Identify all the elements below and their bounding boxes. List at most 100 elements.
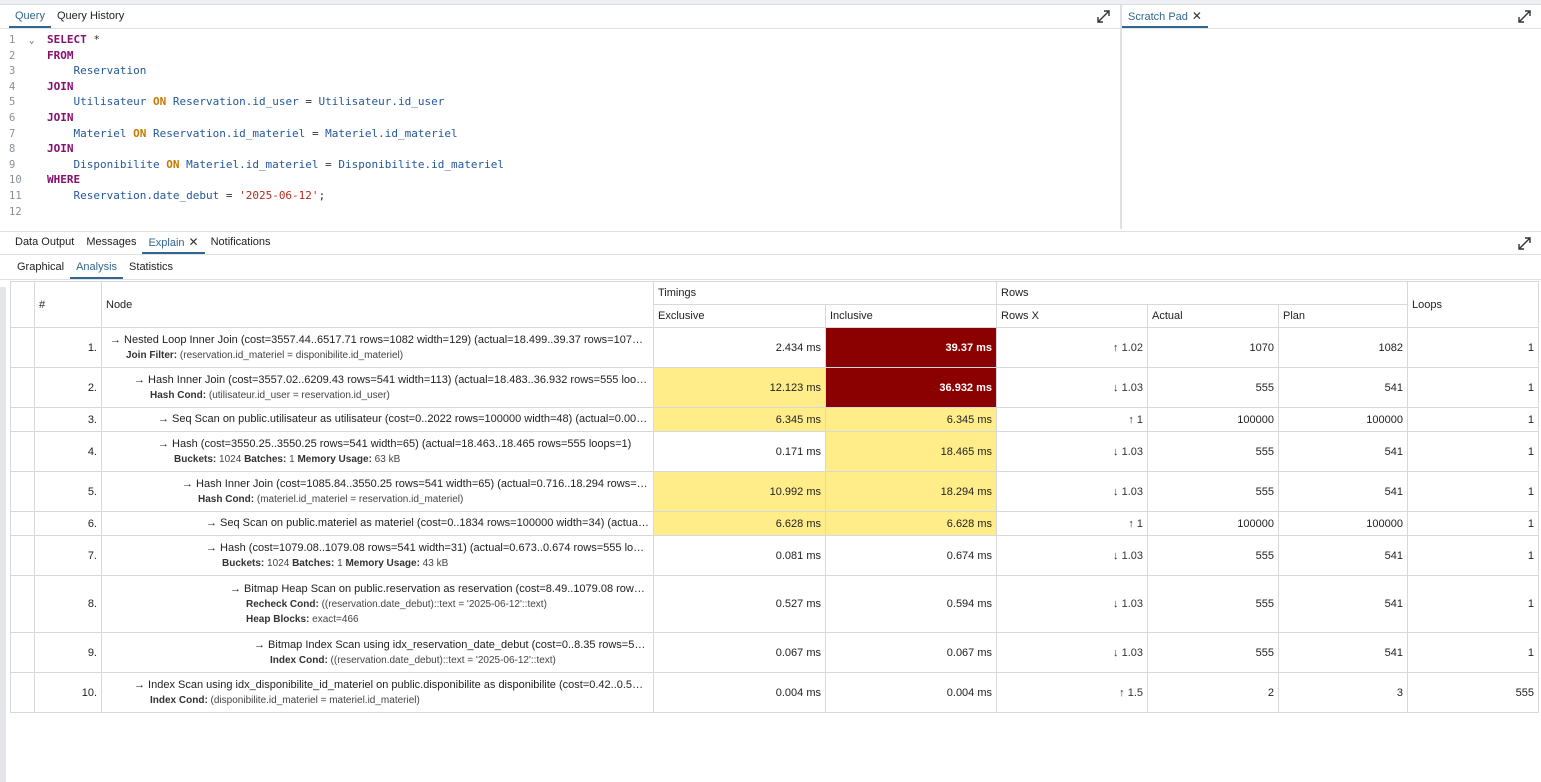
code-token: * bbox=[86, 33, 100, 46]
node-cell[interactable]: → Bitmap Index Scan using idx_reservatio… bbox=[101, 632, 654, 673]
loops: 1 bbox=[1407, 632, 1540, 673]
row-number: 6. bbox=[34, 511, 102, 536]
tab-explain[interactable]: Explain ✕ bbox=[142, 231, 205, 254]
explain-analysis-table-wrap: # Node Timings Rows Loops Exclusive Incl… bbox=[10, 281, 1540, 719]
table-row[interactable]: 6. → Seq Scan on public.materiel as mater… bbox=[10, 511, 1540, 536]
table-row[interactable]: 5. → Hash Inner Join (cost=1085.84..3550.… bbox=[10, 471, 1540, 512]
code-token: SELECT bbox=[47, 33, 87, 46]
code-token: Utilisateur.id_user bbox=[311, 95, 445, 109]
row-number: 2. bbox=[34, 367, 102, 408]
tab-query[interactable]: Query bbox=[9, 5, 51, 28]
maximize-icon[interactable] bbox=[1518, 237, 1531, 250]
inclusive-time: 0.004 ms bbox=[824, 672, 998, 713]
code-token: Reservation.id_user bbox=[166, 95, 306, 109]
rows-actual: 555 bbox=[1147, 471, 1280, 512]
table-row[interactable]: 8. → Bitmap Heap Scan on public.reservati… bbox=[10, 575, 1540, 633]
detail-key: Index Cond: bbox=[270, 654, 328, 666]
table-row[interactable]: 9. → Bitmap Index Scan using idx_reservat… bbox=[10, 632, 1540, 673]
scratch-pad[interactable]: Scratch Pad ✕ bbox=[1122, 5, 1541, 229]
loops: 1 bbox=[1407, 511, 1540, 536]
rows-actual: 555 bbox=[1147, 535, 1280, 576]
scratch-tab-label: Scratch Pad bbox=[1128, 11, 1188, 23]
loops: 1 bbox=[1407, 431, 1540, 472]
code-token: WHERE bbox=[47, 173, 81, 187]
code-token: = bbox=[325, 157, 332, 171]
tab-analysis[interactable]: Analysis bbox=[70, 256, 124, 279]
node-details: Hash Cond: (utilisateur.id_user = reserv… bbox=[134, 388, 649, 403]
scrollbar-left[interactable] bbox=[0, 287, 6, 782]
node-cell[interactable]: → Seq Scan on public.utilisateur as util… bbox=[101, 407, 654, 432]
tab-scratch-pad[interactable]: Scratch Pad ✕ bbox=[1122, 5, 1208, 28]
table-row[interactable]: 1. → Nested Loop Inner Join (cost=3557.44… bbox=[10, 327, 1540, 368]
tab-label: Query History bbox=[56, 10, 125, 22]
editor-line[interactable]: 2 FROM bbox=[9, 48, 74, 64]
tab-graphical[interactable]: Graphical bbox=[11, 256, 70, 279]
detail-value: ((reservation.date_debut)::text = '2025-… bbox=[327, 654, 556, 666]
editor-line[interactable]: 11 Reservation.date_debut = '2025-06-12'… bbox=[9, 188, 325, 204]
close-icon[interactable]: ✕ bbox=[1192, 9, 1202, 23]
tab-label: Statistics bbox=[129, 261, 174, 273]
node-content: → Index Scan using idx_disponibilite_id_… bbox=[106, 678, 649, 708]
table-row[interactable]: 4. → Hash (cost=3550.25..3550.25 rows=541… bbox=[10, 431, 1540, 472]
tab-messages[interactable]: Messages bbox=[80, 231, 142, 254]
tab-data-output[interactable]: Data Output bbox=[9, 231, 80, 254]
query-tabbar: Query Query History bbox=[0, 5, 1120, 29]
editor-line[interactable]: 6 JOIN bbox=[9, 110, 74, 126]
editor-line[interactable]: 12 bbox=[9, 204, 47, 220]
node-cell[interactable]: → Seq Scan on public.materiel as materie… bbox=[101, 511, 654, 536]
line-number: 4 bbox=[9, 80, 16, 93]
exclusive-time: 0.004 ms bbox=[653, 672, 826, 713]
header-spacer bbox=[10, 281, 35, 328]
rows-plan: 541 bbox=[1278, 367, 1409, 408]
detail-key: Recheck Cond: bbox=[246, 598, 319, 610]
editor-line[interactable]: 3 Reservation bbox=[9, 63, 146, 79]
tab-statistics[interactable]: Statistics bbox=[123, 256, 179, 279]
close-icon[interactable]: ✕ bbox=[189, 235, 199, 249]
editor-line[interactable]: 7 Materiel ON Reservation.id_materiel = … bbox=[9, 126, 458, 142]
editor-line[interactable]: 10 WHERE bbox=[9, 172, 80, 188]
line-number: 3 bbox=[9, 65, 16, 78]
table-row[interactable]: 3. → Seq Scan on public.utilisateur as ut… bbox=[10, 407, 1540, 432]
code-token: = bbox=[305, 95, 312, 109]
table-row[interactable]: 7. → Hash (cost=1079.08..1079.08 rows=541… bbox=[10, 535, 1540, 576]
editor-line[interactable]: 8 JOIN bbox=[9, 141, 74, 157]
tab-query-history[interactable]: Query History bbox=[51, 5, 130, 28]
tab-notifications[interactable]: Notifications bbox=[205, 231, 277, 254]
exclusive-time: 0.171 ms bbox=[653, 431, 826, 472]
node-cell[interactable]: → Nested Loop Inner Join (cost=3557.44..… bbox=[101, 327, 654, 368]
node-cell[interactable]: → Hash Inner Join (cost=3557.02..6209.43… bbox=[101, 367, 654, 408]
table-row[interactable]: 10. → Index Scan using idx_disponibilite_… bbox=[10, 672, 1540, 713]
rows-x: ↓ 1.03 bbox=[996, 632, 1149, 673]
editor-line[interactable]: 5 Utilisateur ON Reservation.id_user = U… bbox=[9, 94, 444, 110]
node-cell[interactable]: → Hash Inner Join (cost=1085.84..3550.25… bbox=[101, 471, 654, 512]
node-cell[interactable]: → Hash (cost=1079.08..1079.08 rows=541 w… bbox=[101, 535, 654, 576]
explain-subtabbar: Graphical Analysis Statistics bbox=[0, 256, 1541, 280]
detail-key: Heap Blocks: bbox=[246, 613, 310, 625]
detail-value: (disponibilite.id_materiel = materiel.id… bbox=[207, 694, 420, 706]
maximize-icon[interactable] bbox=[1518, 10, 1531, 23]
row-spacer bbox=[10, 471, 35, 512]
table-row[interactable]: 2. → Hash Inner Join (cost=3557.02..6209.… bbox=[10, 367, 1540, 408]
detail-key: Memory Usage: bbox=[297, 453, 372, 465]
detail-value: (utilisateur.id_user = reservation.id_us… bbox=[206, 389, 390, 401]
code-token: = bbox=[311, 126, 319, 140]
node-cell[interactable]: → Index Scan using idx_disponibilite_id_… bbox=[101, 672, 654, 713]
node-details: Index Cond: (disponibilite.id_materiel =… bbox=[134, 693, 649, 708]
line-number: 12 bbox=[9, 205, 22, 218]
sql-editor[interactable]: 1 ⌄ SELECT * 2 FROM 3 Reservation 4 JOIN 5 Utili… bbox=[9, 30, 1119, 228]
code-token: Materiel.id_materiel bbox=[179, 157, 326, 171]
editor-line[interactable]: 4 JOIN bbox=[9, 79, 74, 95]
node-cell[interactable]: → Hash (cost=3550.25..3550.25 rows=541 w… bbox=[101, 431, 654, 472]
editor-line[interactable]: 1 ⌄ SELECT * bbox=[9, 32, 100, 48]
node-description: → Hash (cost=3550.25..3550.25 rows=541 w… bbox=[158, 437, 632, 450]
tab-label: Notifications bbox=[210, 236, 271, 248]
row-spacer bbox=[10, 511, 35, 536]
maximize-icon[interactable] bbox=[1097, 10, 1110, 23]
node-cell[interactable]: → Bitmap Heap Scan on public.reservation… bbox=[101, 575, 654, 633]
row-spacer bbox=[10, 327, 35, 368]
node-description: → Hash Inner Join (cost=3557.02..6209.43… bbox=[134, 373, 649, 386]
editor-line[interactable]: 9 Disponibilite ON Materiel.id_materiel … bbox=[9, 157, 504, 173]
exclusive-time: 6.345 ms bbox=[653, 407, 826, 432]
